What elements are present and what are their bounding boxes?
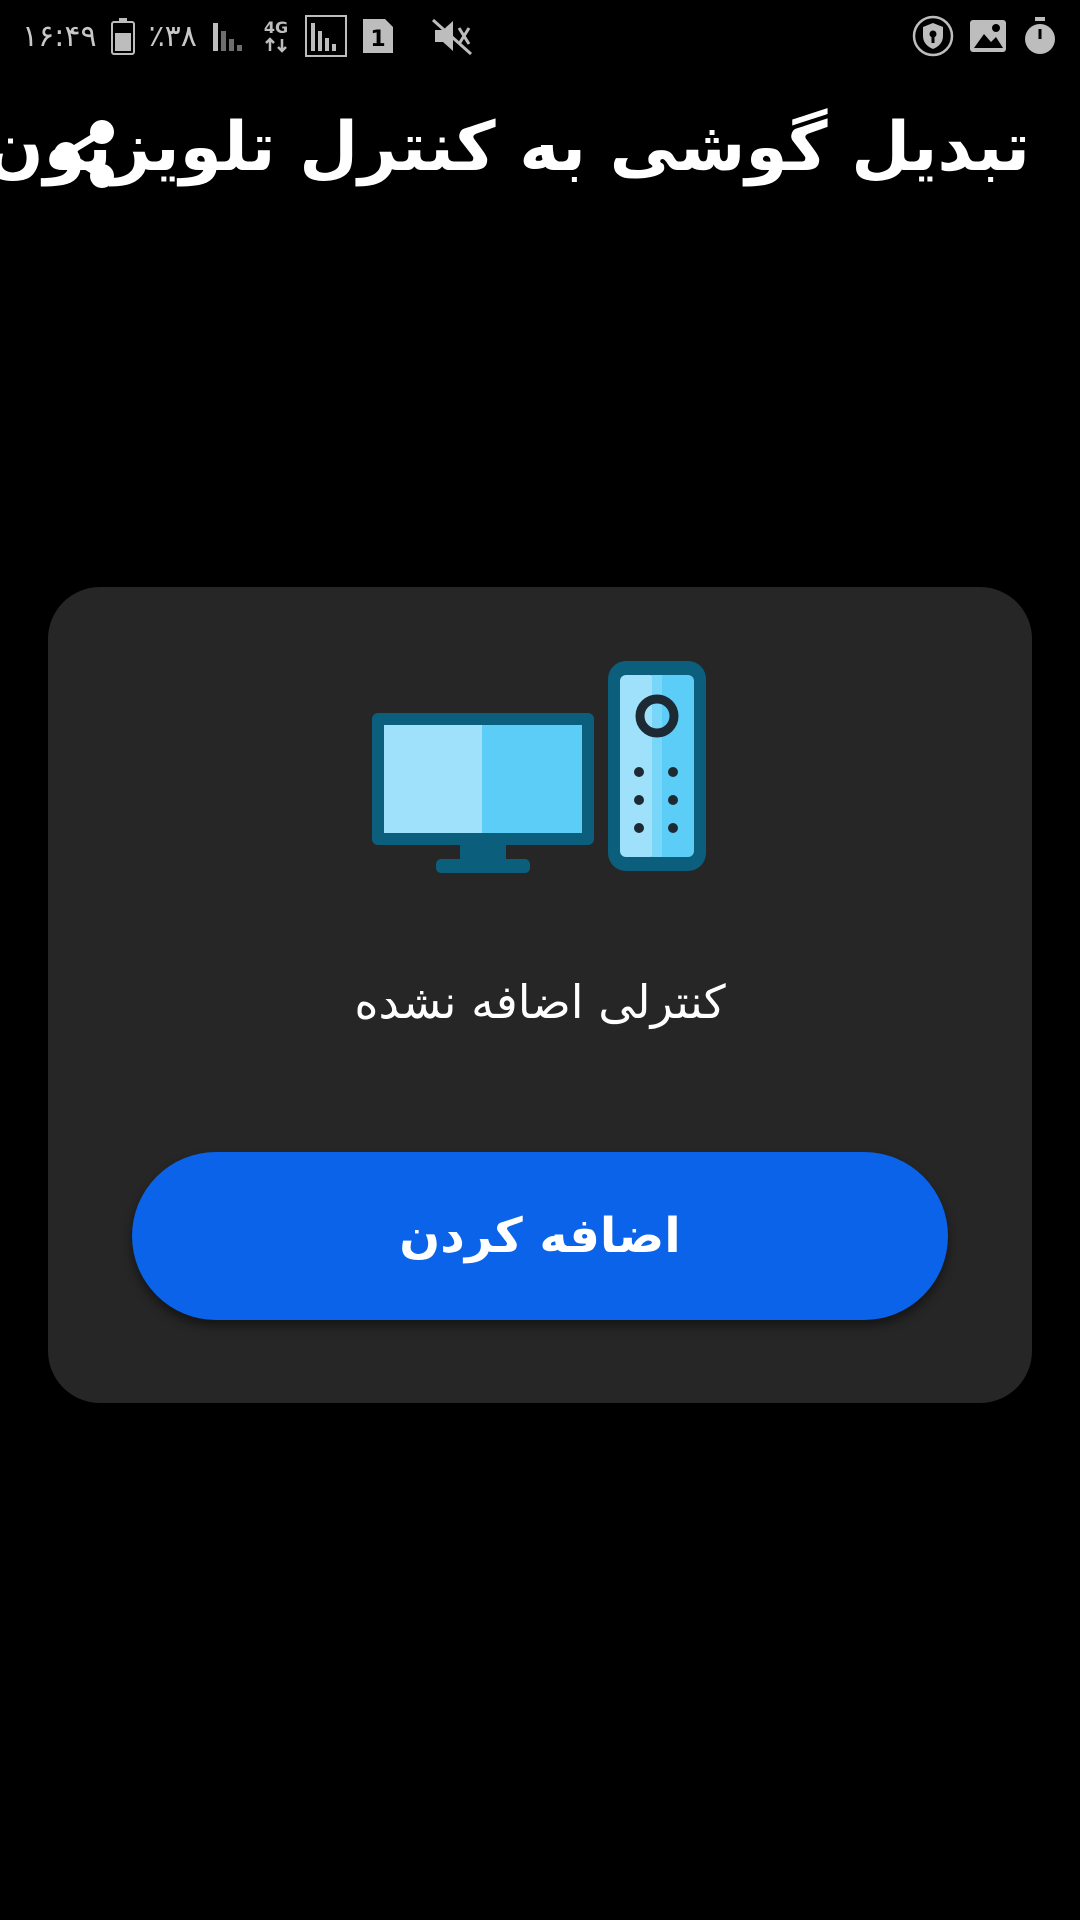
battery-icon (110, 17, 135, 55)
timer-icon (1022, 16, 1058, 56)
network-label: 4G (264, 18, 288, 37)
page-title: تبدیل گوشی به کنترل تلویزیون (0, 108, 1030, 187)
status-time: ۱۶:۴۹ (22, 18, 97, 54)
shield-icon (912, 15, 954, 57)
empty-state-message: کنترلی اضافه نشده (354, 975, 726, 1029)
status-left: ۱۶:۴۹ ٪۳۸ 4G 1 (22, 15, 475, 57)
status-bar: ۱۶:۴۹ ٪۳۸ 4G 1 (0, 0, 1080, 72)
empty-state-card: کنترلی اضافه نشده اضافه کردن (48, 587, 1032, 1403)
mute-icon (431, 16, 475, 56)
signal-full-icon (304, 15, 347, 57)
network-4g-icon: 4G (261, 17, 291, 55)
add-control-button-label: اضافه کردن (399, 1208, 681, 1264)
battery-percent: ٪۳۸ (148, 18, 197, 54)
status-right (912, 15, 1058, 57)
sim-1-icon: 1 (361, 17, 395, 55)
screen: ۱۶:۴۹ ٪۳۸ 4G 1 تبدیل گوشی به کنترل تلویز… (0, 0, 1080, 1920)
signal-icon (211, 19, 247, 53)
sim-slot-label: 1 (370, 27, 385, 52)
tv-remote-icon (372, 661, 712, 877)
gallery-icon (968, 18, 1008, 54)
app-header: تبدیل گوشی به کنترل تلویزیون (0, 100, 1080, 220)
add-control-button[interactable]: اضافه کردن (132, 1152, 948, 1320)
